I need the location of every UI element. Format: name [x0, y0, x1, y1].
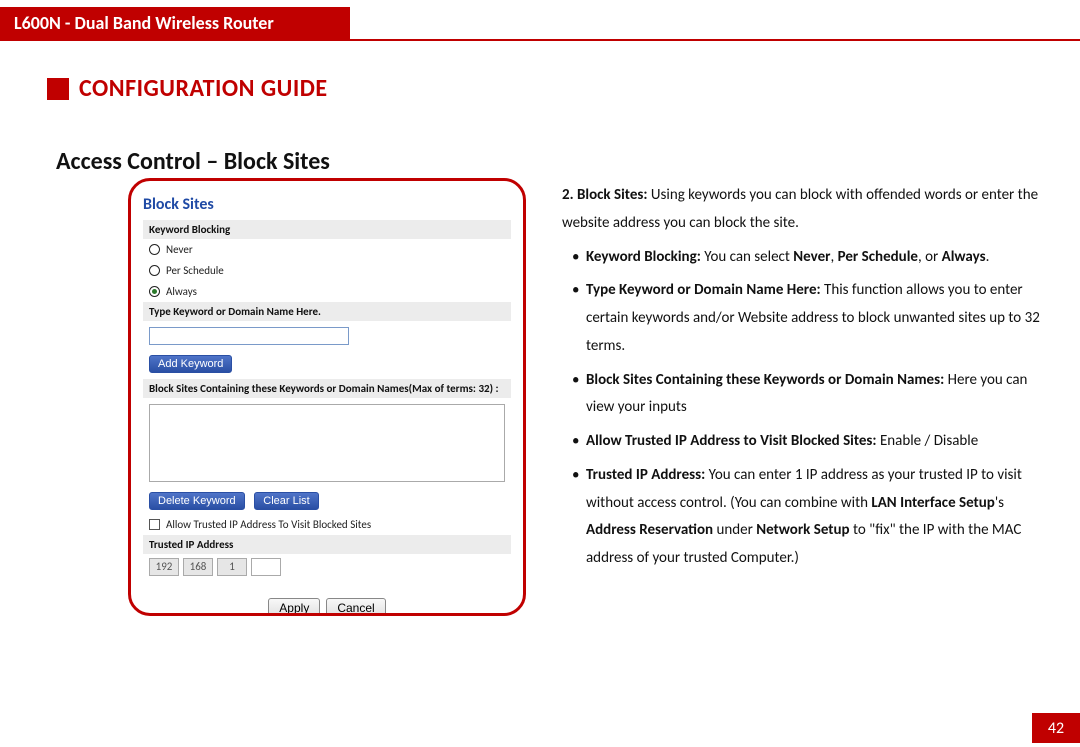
section-title: CONFIGURATION GUIDE [79, 74, 328, 103]
delete-keyword-button[interactable]: Delete Keyword [149, 492, 245, 510]
banner-rule [0, 39, 1080, 41]
bs-label: Block Sites Containing these Keywords or… [586, 371, 944, 389]
product-title: L600N - Dual Band Wireless Router [14, 12, 274, 34]
ip-octet-3[interactable]: 1 [217, 558, 247, 576]
ip-octet-1[interactable]: 192 [149, 558, 179, 576]
cancel-button[interactable]: Cancel [326, 598, 385, 616]
block-list[interactable] [149, 404, 505, 482]
kb-rest1: You can select [701, 248, 793, 266]
kb-per: Per Schedule [838, 248, 918, 266]
description-column: 2. Block Sites: Using keywords you can b… [562, 182, 1040, 573]
kb-period: . [986, 248, 990, 266]
product-banner: L600N - Dual Band Wireless Router [0, 7, 350, 39]
trusted-ip-header: Trusted IP Address [143, 535, 511, 554]
allow-trusted-label: Allow Trusted IP Address To Visit Blocke… [166, 518, 371, 531]
section-title-block: CONFIGURATION GUIDE [47, 74, 328, 103]
radio-always-row[interactable]: Always [143, 281, 511, 302]
intro-paragraph: 2. Block Sites: Using keywords you can b… [562, 182, 1040, 238]
at-label: Allow Trusted IP Address to Visit Blocke… [586, 432, 877, 450]
radio-always[interactable] [149, 286, 160, 297]
tk-label: Type Keyword or Domain Name Here: [586, 281, 821, 299]
radio-never[interactable] [149, 244, 160, 255]
block-sites-panel: Block Sites Keyword Blocking Never Per S… [128, 178, 526, 616]
bullet-trusted-ip: Trusted IP Address: You can enter 1 IP a… [572, 462, 1040, 573]
radio-per-schedule[interactable] [149, 265, 160, 276]
panel-footer-buttons: Apply Cancel [143, 598, 511, 616]
page-number: 42 [1032, 713, 1080, 743]
ti-ar: Address Reservation [586, 521, 713, 539]
radio-never-row[interactable]: Never [143, 239, 511, 260]
ti-lan: LAN Interface Setup [871, 494, 994, 512]
allow-trusted-row[interactable]: Allow Trusted IP Address To Visit Blocke… [143, 514, 511, 535]
bullet-keyword-blocking: Keyword Blocking: You can select Never , … [572, 244, 1040, 272]
ip-octet-4[interactable]: . [251, 558, 281, 576]
kb-never: Never [793, 248, 830, 266]
keyword-input[interactable] [149, 327, 349, 345]
radio-always-label: Always [166, 285, 197, 298]
ti-ns: Network Setup [756, 521, 849, 539]
type-keyword-header: Type Keyword or Domain Name Here. [143, 302, 511, 321]
clear-list-button[interactable]: Clear List [254, 492, 318, 510]
ti-label: Trusted IP Address: [586, 466, 705, 484]
kb-or: , or [918, 248, 942, 266]
bullet-allow-trusted: Allow Trusted IP Address to Visit Blocke… [572, 428, 1040, 456]
kb-comma: , [831, 248, 838, 266]
subsection-title: Access Control – Block Sites [56, 147, 330, 176]
allow-trusted-checkbox[interactable] [149, 519, 160, 530]
panel-title: Block Sites [143, 195, 511, 214]
section-square-icon [47, 78, 69, 100]
kb-always: Always [942, 248, 986, 266]
page-number-value: 42 [1048, 719, 1064, 738]
bullet-block-sites: Block Sites Containing these Keywords or… [572, 367, 1040, 423]
trusted-ip-row: 192 168 1 . [143, 554, 511, 580]
radio-per-schedule-row[interactable]: Per Schedule [143, 260, 511, 281]
ti-s: 's [995, 494, 1004, 512]
add-keyword-button[interactable]: Add Keyword [149, 355, 232, 373]
bullet-type-keyword: Type Keyword or Domain Name Here: This f… [572, 277, 1040, 360]
intro-label: 2. Block Sites: [562, 186, 648, 204]
ip-octet-2[interactable]: 168 [183, 558, 213, 576]
ti-under: under [713, 521, 756, 539]
kb-label: Keyword Blocking: [586, 248, 701, 266]
apply-button[interactable]: Apply [268, 598, 320, 616]
block-list-header: Block Sites Containing these Keywords or… [143, 379, 511, 398]
radio-per-schedule-label: Per Schedule [166, 264, 224, 277]
radio-never-label: Never [166, 243, 193, 256]
keyword-blocking-header: Keyword Blocking [143, 220, 511, 239]
at-rest: Enable / Disable [877, 432, 979, 450]
